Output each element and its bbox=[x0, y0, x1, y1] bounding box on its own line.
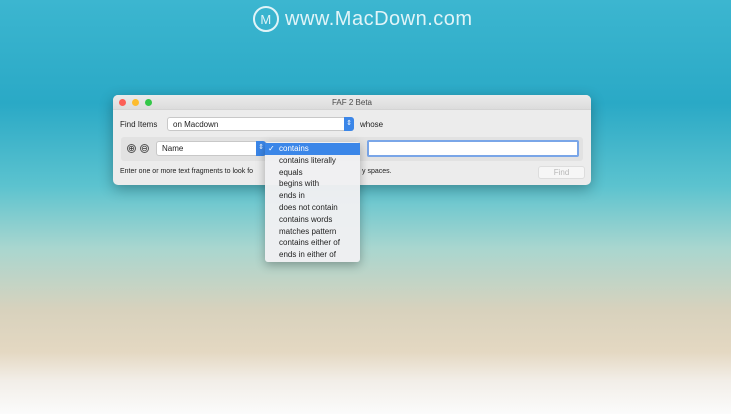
menu-item-label: ends in bbox=[279, 191, 305, 201]
attribute-popup[interactable]: Name ⇕ bbox=[156, 141, 266, 156]
menu-item-begins-with[interactable]: begins with bbox=[265, 178, 360, 190]
menu-item-contains-either-of[interactable]: contains either of bbox=[265, 237, 360, 249]
menu-item-contains-literally[interactable]: contains literally bbox=[265, 155, 360, 167]
macdown-logo-icon: M bbox=[253, 6, 279, 32]
watermark-text: www.MacDown.com bbox=[285, 7, 473, 30]
menu-item-label: begins with bbox=[279, 179, 320, 189]
menu-item-equals[interactable]: equals bbox=[265, 167, 360, 179]
search-value-input[interactable] bbox=[367, 140, 579, 157]
menu-item-label: contains words bbox=[279, 214, 333, 224]
help-text-end: y spaces. bbox=[362, 168, 392, 175]
menu-item-label: contains bbox=[279, 144, 309, 153]
checkmark-icon: ✓ bbox=[268, 144, 275, 153]
attribute-value: Name bbox=[162, 144, 184, 153]
menu-item-ends-in-either-of[interactable]: ends in either of bbox=[265, 249, 360, 261]
menu-item-ends-in[interactable]: ends in bbox=[265, 190, 360, 202]
remove-criterion-icon[interactable]: ⊖ bbox=[140, 144, 149, 153]
menu-item-label: matches pattern bbox=[279, 226, 337, 236]
menu-item-label: equals bbox=[279, 167, 303, 177]
location-value: on Macdown bbox=[173, 120, 219, 129]
watermark: Mwww.MacDown.com bbox=[253, 6, 473, 32]
menu-item-label: ends in either of bbox=[279, 250, 336, 260]
popup-stepper-icon: ⇕ bbox=[344, 117, 354, 131]
menu-item-label: contains either of bbox=[279, 238, 340, 248]
operator-menu: ✓ contains contains literally equals begins … bbox=[265, 142, 360, 262]
title-bar[interactable]: FAF 2 Beta bbox=[113, 95, 591, 110]
help-text-start: Enter one or more text fragments to look… bbox=[120, 168, 254, 175]
menu-item-contains-words[interactable]: contains words bbox=[265, 214, 360, 226]
window-title: FAF 2 Beta bbox=[331, 98, 373, 107]
add-criterion-icon[interactable]: ⊕ bbox=[127, 144, 136, 153]
find-items-label: Find Items bbox=[120, 120, 158, 129]
menu-item-label: contains literally bbox=[279, 155, 336, 165]
menu-item-label: does not contain bbox=[279, 202, 338, 212]
menu-item-contains[interactable]: ✓ contains bbox=[265, 143, 360, 155]
find-button[interactable]: Find bbox=[538, 166, 585, 179]
menu-item-matches-pattern[interactable]: matches pattern bbox=[265, 226, 360, 238]
menu-item-does-not-contain[interactable]: does not contain bbox=[265, 202, 360, 214]
location-popup[interactable]: on Macdown ⇕ bbox=[167, 117, 354, 131]
whose-label: whose bbox=[360, 120, 384, 129]
